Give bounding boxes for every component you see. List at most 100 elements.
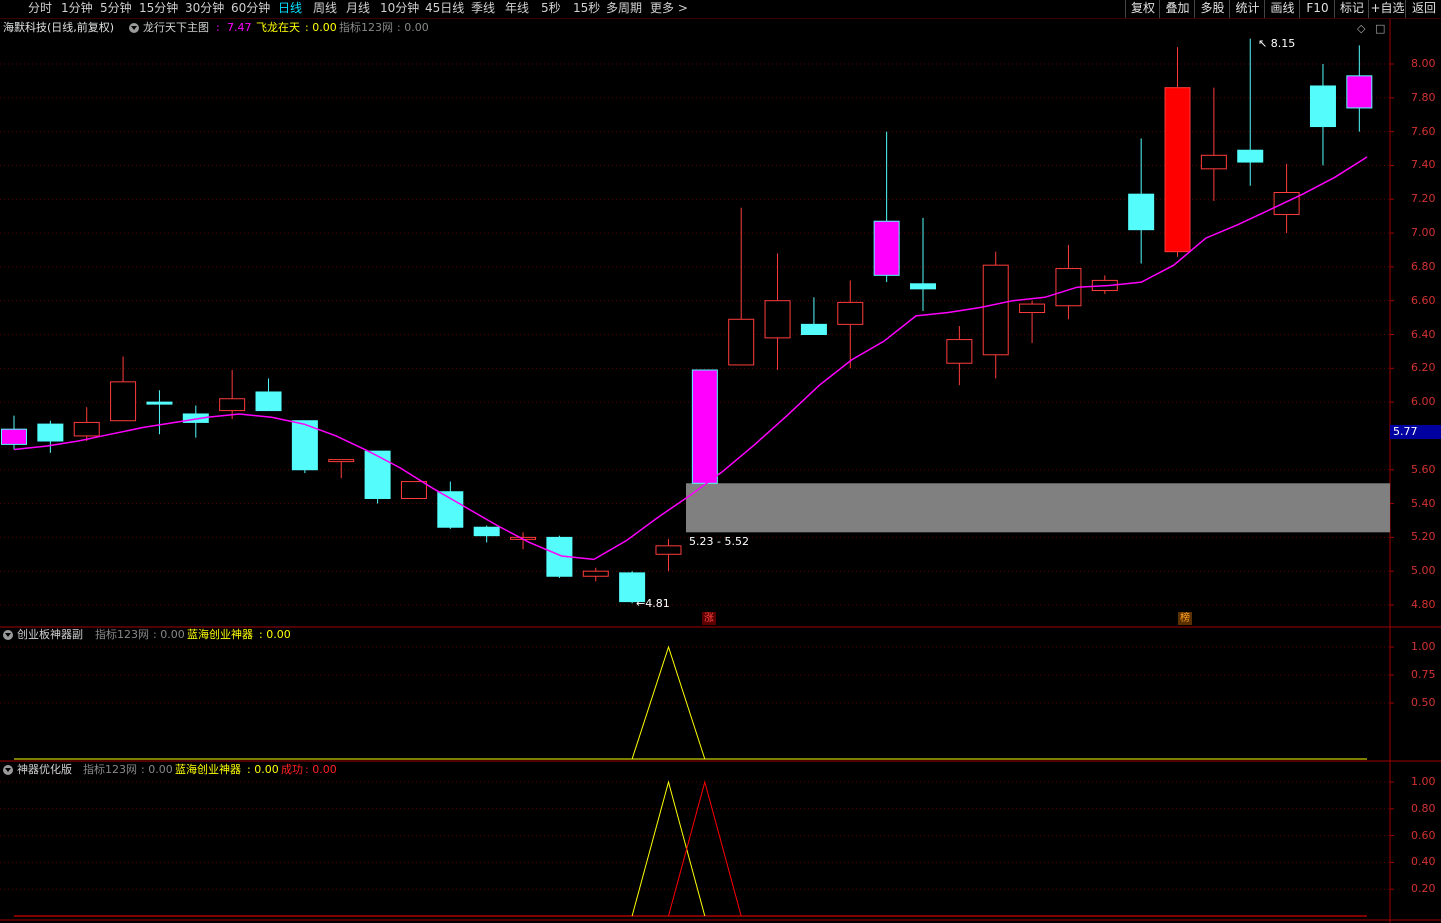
- maximize-icon[interactable]: □: [1375, 22, 1385, 35]
- y-tick-label: 7.80: [1411, 90, 1436, 104]
- marker-zhang[interactable]: 涨: [702, 612, 716, 625]
- sub2-label3: 成功: [281, 763, 303, 776]
- period-tab-5[interactable]: 60分钟: [231, 1, 270, 16]
- sub1-value1: : 0.00: [153, 628, 185, 641]
- candle-body: [1019, 303, 1046, 314]
- stock-title: 海默科技(日线,前复权): [3, 21, 115, 34]
- sub2-y-tick-label: 0.20: [1411, 882, 1436, 896]
- y-tick-label: 5.40: [1411, 496, 1436, 510]
- toolbar-button-5[interactable]: F10: [1299, 0, 1335, 18]
- max-arrow-icon: ↖: [1258, 37, 1268, 50]
- period-tab-16[interactable]: 更多 >: [650, 1, 688, 16]
- sub1-label1: 指标123网: [95, 628, 149, 641]
- period-tab-7[interactable]: 周线: [313, 1, 337, 16]
- period-tab-3[interactable]: 15分钟: [139, 1, 178, 16]
- toolbar-button-7[interactable]: +自选: [1368, 0, 1406, 18]
- y-tick-label: 6.20: [1411, 361, 1436, 375]
- candle-body: [873, 220, 900, 276]
- toolbar-button-2[interactable]: 多股: [1194, 0, 1230, 18]
- zhibiao-value: : 0.00: [397, 21, 429, 34]
- candle-body: [473, 526, 500, 537]
- candle-body: [910, 283, 936, 290]
- y-tick-label: 6.40: [1411, 327, 1436, 341]
- sub1-label2: 蓝海创业神器: [187, 628, 253, 641]
- y-tick-label: 7.00: [1411, 226, 1436, 240]
- candle-body: [946, 339, 973, 364]
- candle-body: [73, 421, 100, 437]
- marker-bang[interactable]: 榜: [1178, 612, 1192, 625]
- period-tab-6[interactable]: 日线: [278, 1, 302, 16]
- toolbar-button-6[interactable]: 标记: [1334, 0, 1369, 18]
- toolbar-button-0[interactable]: 复权: [1125, 0, 1160, 18]
- zone-range-label: 5.23 - 5.52: [689, 535, 749, 548]
- sub1-menu-icon[interactable]: [3, 630, 13, 640]
- period-tab-8[interactable]: 月线: [346, 1, 370, 16]
- period-tab-1[interactable]: 1分钟: [61, 1, 93, 16]
- candle-body: [110, 381, 137, 422]
- sub2-y-tick-label: 0.80: [1411, 801, 1436, 815]
- zhibiao-label: 指标123网: [339, 21, 393, 34]
- toolbar-button-3[interactable]: 统计: [1229, 0, 1265, 18]
- toolbar-button-8[interactable]: 返回: [1405, 0, 1441, 18]
- y-tick-label: 7.40: [1411, 158, 1436, 172]
- period-tab-13[interactable]: 5秒: [541, 1, 561, 16]
- toolbar-button-1[interactable]: 叠加: [1159, 0, 1195, 18]
- y-tick-label: 7.60: [1411, 124, 1436, 138]
- sub1-y-tick-label: 0.50: [1411, 696, 1436, 709]
- candle-body: [1, 428, 27, 445]
- diamond-icon[interactable]: ◇: [1357, 22, 1365, 35]
- period-tab-14[interactable]: 15秒: [573, 1, 600, 16]
- y-tick-label: 5.60: [1411, 462, 1436, 476]
- sub2-y-tick-label: 1.00: [1411, 775, 1436, 788]
- candle-body: [400, 481, 427, 499]
- support-zone: [686, 483, 1390, 533]
- candle-body: [1309, 85, 1336, 128]
- candle-body: [982, 264, 1009, 356]
- sub2-y-tick-label: 0.60: [1411, 828, 1436, 842]
- period-tab-11[interactable]: 季线: [471, 1, 495, 16]
- candle-body: [837, 301, 864, 325]
- candle-body: [1128, 193, 1155, 231]
- sub2-label2: 蓝海创业神器: [175, 763, 241, 776]
- min-price-label: ←4.81: [636, 597, 670, 611]
- period-tab-12[interactable]: 年线: [505, 1, 529, 16]
- candle-body: [1200, 154, 1227, 170]
- sub2-value1: : 0.00: [141, 763, 173, 776]
- candle-body: [655, 545, 682, 555]
- y-tick-label: 5.00: [1411, 564, 1436, 578]
- period-tab-15[interactable]: 多周期: [606, 1, 642, 16]
- candle-body: [1237, 149, 1264, 163]
- period-tab-0[interactable]: 分时: [28, 1, 52, 16]
- y-tick-label: 8.00: [1411, 57, 1436, 70]
- main-indicator-value: 7.47: [227, 21, 252, 34]
- period-tab-9[interactable]: 10分钟: [380, 1, 419, 16]
- toolbar-button-4[interactable]: 画线: [1264, 0, 1300, 18]
- candle-body: [728, 318, 755, 366]
- period-tab-4[interactable]: 30分钟: [185, 1, 224, 16]
- candle-body: [1346, 75, 1373, 109]
- sub1-y-tick-label: 1.00: [1411, 640, 1436, 653]
- sub2-menu-icon[interactable]: [3, 765, 13, 775]
- candle-body: [37, 423, 64, 442]
- sub2-series-line-1: [668, 780, 742, 917]
- candle-body: [582, 570, 609, 577]
- candle-body: [328, 459, 355, 463]
- period-toolbar: 分时 1分钟 5分钟 15分钟 30分钟 60分钟 日线 周线 月线 10分钟 45日线 季线 年线 5秒…: [0, 0, 1441, 19]
- period-tab-2[interactable]: 5分钟: [100, 1, 132, 16]
- sub1-value2: : 0.00: [259, 628, 291, 641]
- candle-body: [800, 323, 827, 336]
- max-price-label: ↖ 8.15: [1258, 37, 1295, 51]
- candle-body: [1273, 191, 1300, 215]
- candle-body: [1164, 87, 1191, 253]
- min-arrow-icon: ←: [636, 597, 646, 610]
- sub1-y-tick-label: 0.75: [1411, 668, 1436, 681]
- candle-body: [219, 398, 246, 412]
- sub2-value3: : 0.00: [305, 763, 337, 776]
- indicator-menu-icon[interactable]: [129, 23, 139, 33]
- main-indicator-name: 龙行天下主图: [143, 21, 209, 34]
- period-tab-10[interactable]: 45日线: [425, 1, 464, 16]
- chart-canvas[interactable]: [0, 0, 1441, 923]
- sub2-series-line-0: [631, 780, 706, 917]
- sub2-value2: : 0.00: [247, 763, 279, 776]
- sub1-name: 创业板神器副: [17, 628, 83, 641]
